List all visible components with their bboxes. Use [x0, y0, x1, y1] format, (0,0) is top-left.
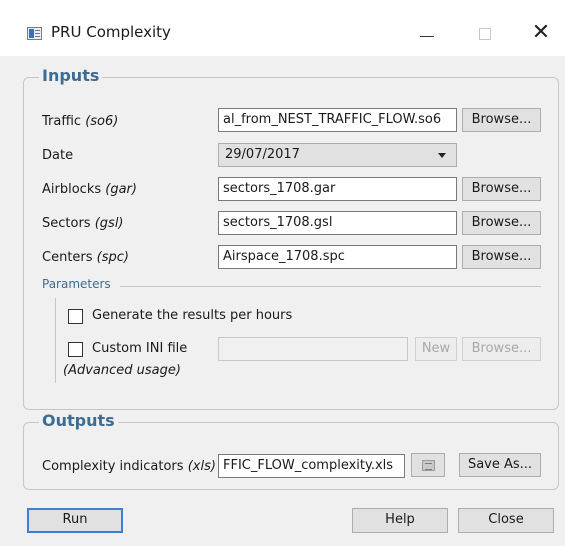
advanced-usage-note: (Advanced usage) — [63, 363, 181, 378]
outputs-legend: Outputs — [39, 411, 118, 430]
custom-ini-label: Custom INI file — [92, 341, 188, 356]
custom-ini-new-button[interactable]: New — [415, 337, 457, 361]
open-spreadsheet-button[interactable] — [411, 453, 445, 477]
run-button[interactable]: Run — [27, 508, 123, 533]
parameters-divider — [120, 286, 541, 287]
chevron-down-icon — [438, 153, 446, 158]
window-title: PRU Complexity — [51, 23, 171, 41]
per-hours-label: Generate the results per hours — [92, 308, 293, 323]
airblocks-browse-button[interactable]: Browse... — [462, 177, 541, 201]
title-bar: PRU Complexity ✕ — [0, 0, 565, 56]
maximize-button[interactable] — [462, 16, 508, 50]
centers-input[interactable]: Airspace_1708.spc — [218, 245, 457, 269]
parameters-legend: Parameters — [42, 277, 114, 291]
traffic-label: Traffic (so6) — [42, 114, 119, 129]
spreadsheet-icon — [422, 460, 435, 471]
save-as-button[interactable]: Save As... — [459, 453, 541, 477]
date-select[interactable]: 29/07/2017 — [218, 143, 457, 167]
airblocks-input[interactable]: sectors_1708.gar — [218, 177, 457, 201]
custom-ini-input[interactable] — [218, 337, 408, 361]
parameters-vertical-line — [55, 298, 56, 383]
inputs-legend: Inputs — [39, 66, 103, 85]
close-icon[interactable]: ✕ — [518, 16, 564, 50]
complexity-output-input[interactable]: FFIC_FLOW_complexity.xls — [218, 454, 405, 478]
sectors-label: Sectors (gsl) — [42, 216, 124, 231]
minimize-button[interactable] — [404, 16, 450, 50]
per-hours-checkbox[interactable] — [68, 309, 83, 324]
date-value: 29/07/2017 — [225, 147, 300, 162]
centers-label: Centers (spc) — [42, 250, 129, 265]
pru-complexity-window: PRU Complexity ✕ Inputs Traffic (so6) al… — [0, 0, 565, 546]
help-button[interactable]: Help — [352, 508, 448, 533]
sectors-input[interactable]: sectors_1708.gsl — [218, 211, 457, 235]
centers-browse-button[interactable]: Browse... — [462, 245, 541, 269]
airblocks-label: Airblocks (gar) — [42, 182, 137, 197]
app-icon — [27, 27, 42, 40]
date-label: Date — [42, 148, 74, 163]
complexity-label: Complexity indicators (xls) — [42, 459, 216, 474]
traffic-browse-button[interactable]: Browse... — [462, 108, 541, 132]
sectors-browse-button[interactable]: Browse... — [462, 211, 541, 235]
custom-ini-checkbox[interactable] — [68, 342, 83, 357]
close-button[interactable]: Close — [458, 508, 554, 533]
custom-ini-browse-button[interactable]: Browse... — [462, 337, 541, 361]
traffic-input[interactable]: al_from_NEST_TRAFFIC_FLOW.so6 — [218, 108, 457, 132]
